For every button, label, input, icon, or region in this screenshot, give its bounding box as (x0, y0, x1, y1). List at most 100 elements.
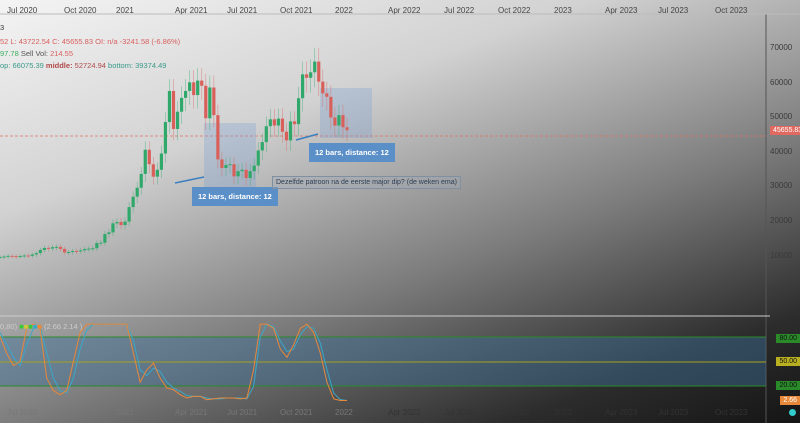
measure-label-2[interactable]: 12 bars, distance: 12 (309, 143, 395, 162)
top-axis-label: Oct 2022 (498, 6, 531, 15)
candle-body (151, 164, 155, 177)
candle-body (107, 232, 111, 235)
bottom-axis-label: Oct 2023 (715, 408, 748, 417)
candle-body (228, 164, 232, 166)
top-axis-label: Oct 2020 (64, 6, 97, 15)
indicator-values: (2.66 2.14 ) (43, 322, 83, 331)
candle-body (317, 61, 321, 82)
bottom-axis-label: Apr 2022 (388, 408, 421, 417)
candle-body (143, 149, 147, 174)
bottom-axis-label: Jul 2022 (444, 408, 475, 417)
price-axis-label: 10000 (770, 250, 793, 260)
bottom-axis-label: Apr 2021 (175, 408, 208, 417)
candle-body (345, 127, 349, 131)
candle-body (280, 118, 285, 132)
bottom-axis-label: Jul 2020 (7, 408, 38, 417)
candle-body (163, 122, 168, 154)
top-axis-label: Oct 2021 (280, 6, 313, 15)
top-axis-label: 2023 (554, 6, 572, 15)
legend-ohlc: 52 L: 43722.54 C: 45655.83 OI: n/a -3241… (0, 37, 180, 46)
legend-symbol: 3 (0, 23, 5, 32)
bottom-axis-label: Jul 2023 (658, 408, 689, 417)
candle-body (260, 142, 264, 151)
measure-label-1[interactable]: 12 bars, distance: 12 (192, 187, 278, 206)
top-axis-label: Jul 2022 (444, 6, 475, 15)
price-axis-label: 50000 (770, 112, 793, 122)
level-20-tag: 20.00 (776, 381, 800, 390)
candle-body (264, 126, 268, 143)
candle-body (204, 85, 208, 119)
current-price-tag: 45655.83 (770, 126, 800, 135)
candle-body (147, 149, 151, 165)
candle-body (83, 248, 87, 251)
candle-body (62, 248, 67, 253)
candle-body (256, 150, 260, 166)
legend-sell-label: Sell Vol: (18, 49, 51, 58)
candle-body (216, 115, 220, 160)
top-axis-label: Jul 2023 (658, 6, 689, 15)
candle-body (95, 243, 99, 249)
candle-body (305, 74, 309, 78)
bottom-axis-label: Oct 2020 (64, 408, 97, 417)
candle-body (18, 256, 22, 258)
candle-body (75, 251, 79, 253)
candle-body (58, 246, 63, 249)
candle-body (22, 255, 26, 257)
candle-body (252, 165, 256, 172)
price-axis-label: 60000 (770, 77, 793, 87)
candle-body (127, 207, 131, 222)
candle-body (159, 153, 163, 170)
candle-body (46, 247, 51, 249)
candle-body (42, 247, 46, 250)
candle-body (220, 159, 224, 169)
text-note[interactable]: Dezelfde patroon na de eerste major dip?… (272, 176, 461, 189)
bottom-axis-label: Jul 2021 (227, 408, 258, 417)
candle-body (115, 221, 119, 224)
top-axis-label: Jul 2020 (7, 6, 38, 15)
level-50-tag: 50.00 (776, 357, 800, 366)
candle-body (26, 255, 30, 257)
legend-middle: 52724.94 (74, 61, 106, 70)
measure-box-1 (204, 123, 256, 188)
candle-body (325, 93, 329, 97)
settings-dot-icon[interactable] (789, 409, 796, 416)
indicator-legend: 0,80) ■■■■■ (2.66 2.14 ) (0, 322, 83, 331)
candle-body (34, 253, 38, 255)
candle-body (313, 61, 317, 73)
price-axis-label: 0 (770, 285, 775, 295)
candle-body (337, 115, 341, 126)
candle-body (208, 87, 212, 119)
candle-body (10, 255, 14, 257)
legend-low: 43722.54 (18, 37, 51, 46)
bottom-axis-label: Oct 2021 (280, 408, 313, 417)
candle-body (119, 221, 123, 226)
candle-body (50, 247, 55, 249)
candle-body (99, 242, 103, 244)
top-axis-label: Apr 2023 (605, 6, 638, 15)
arrow-1 (174, 176, 205, 184)
candle-body (301, 74, 305, 99)
level-80-tag: 80.00 (776, 334, 800, 343)
legend-volume: 97.78 Sell Vol: 214.55 (0, 49, 73, 58)
candle-body (232, 164, 236, 177)
candle-body (248, 171, 252, 179)
candle-body (131, 196, 135, 208)
bottom-axis-label: Oct 2022 (498, 408, 531, 417)
legend-buy-vol: 97.78 (0, 49, 19, 58)
legend-middle-label: middle: (43, 61, 75, 70)
candle-body (188, 82, 192, 91)
price-axis-label: 30000 (770, 181, 793, 191)
candle-body (111, 223, 115, 233)
indicator-params: 0,80) (0, 322, 18, 331)
candle-body (171, 90, 176, 129)
top-axis-label: 2021 (116, 6, 134, 15)
legend-sell-vol: 214.55 (50, 49, 74, 58)
top-axis-label: 2022 (335, 6, 353, 15)
candle-body (0, 256, 2, 258)
legend-top-label: op: (0, 61, 13, 70)
candle-body (87, 248, 91, 250)
candle-body (123, 221, 127, 226)
candle-body (103, 234, 107, 243)
top-axis-label: Apr 2021 (175, 6, 208, 15)
indicator-current-tag: 2.66 (780, 396, 800, 405)
